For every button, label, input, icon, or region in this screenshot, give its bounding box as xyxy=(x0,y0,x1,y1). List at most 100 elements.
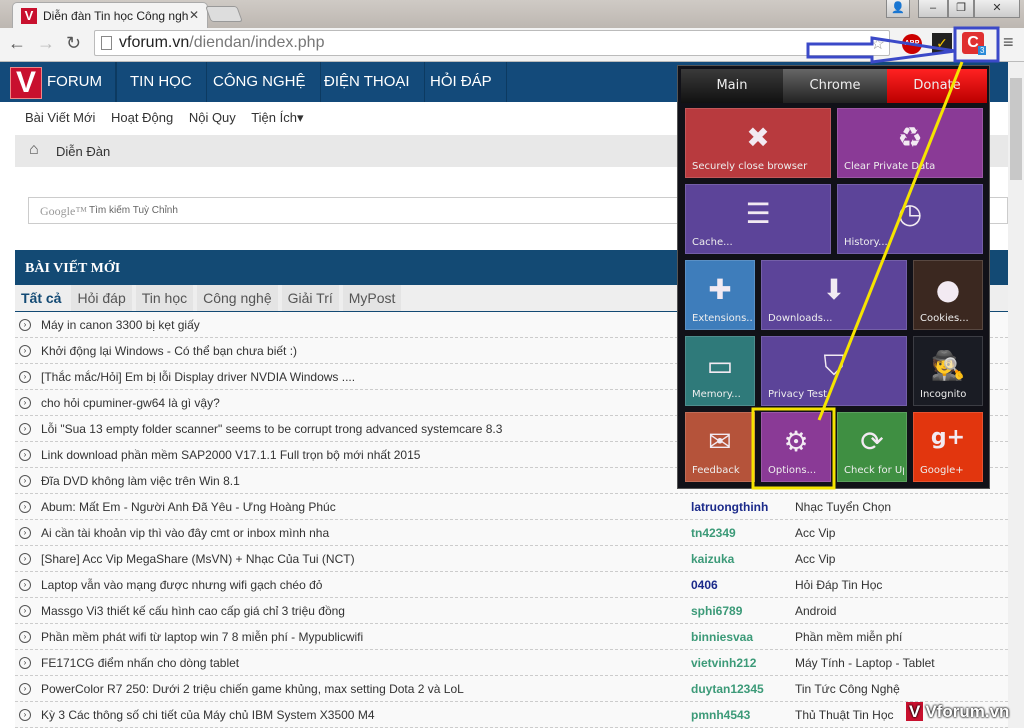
breadcrumb-item[interactable]: Diễn Đàn xyxy=(56,144,110,159)
post-category-link[interactable]: Phần mềm miễn phí xyxy=(795,630,902,644)
table-row: › Phần mềm phát wifi từ laptop win 7 8 m… xyxy=(15,624,1008,650)
tile-label: Privacy Test xyxy=(768,389,828,400)
post-title-link[interactable]: Đĩa DVD không làm việc trên Win 8.1 xyxy=(41,474,240,488)
post-category-link[interactable]: Acc Vip xyxy=(795,552,835,566)
tile-incognito[interactable]: 🕵 Incognito xyxy=(913,336,983,406)
address-bar[interactable]: vforum.vn/diendan/index.php ☆ xyxy=(94,30,890,56)
post-title-link[interactable]: Phần mềm phát wifi từ laptop win 7 8 miễ… xyxy=(41,630,363,644)
post-title-link[interactable]: Massgo Vi3 thiết kế cấu hình cao cấp giá… xyxy=(41,604,345,618)
subnav-new-posts[interactable]: Bài Viết Mới xyxy=(25,110,95,125)
tile-downloads[interactable]: ⬇ Downloads... xyxy=(761,260,907,330)
tile-extensions[interactable]: ✚ Extensions... xyxy=(685,260,755,330)
popup-tab-main[interactable]: Main xyxy=(681,69,783,103)
tab-close-icon[interactable]: ✕ xyxy=(189,8,199,22)
memory-chip-icon: ▭ xyxy=(706,349,734,382)
tab-giai-tri[interactable]: Giải Trí xyxy=(281,285,339,311)
post-category-link[interactable]: Hỏi Đáp Tin Học xyxy=(795,578,882,592)
tile-clear-private-data[interactable]: ♻ Clear Private Data xyxy=(837,108,983,178)
post-author-link[interactable]: sphi6789 xyxy=(691,604,742,618)
tab-title: Diễn đàn Tin học Công nghệ xyxy=(43,9,188,23)
post-title-link[interactable]: [Thắc mắc/Hỏi] Em bị lỗi Display driver … xyxy=(41,370,355,384)
post-title-link[interactable]: Máy in canon 3300 bị kẹt giấy xyxy=(41,318,200,332)
post-category-link[interactable]: Máy Tính - Laptop - Tablet xyxy=(795,656,935,670)
menu-icon[interactable]: ≡ xyxy=(1003,32,1014,53)
incognito-icon: 🕵 xyxy=(930,349,966,382)
post-category-link[interactable]: Nhạc Tuyển Chọn xyxy=(795,500,891,514)
tab-mypost[interactable]: MyPost xyxy=(342,285,402,311)
post-title-link[interactable]: Laptop vẫn vào mạng được nhưng wifi gạch… xyxy=(41,578,322,592)
tile-google+[interactable]: g+ Google+ xyxy=(913,412,983,482)
subnav-activity[interactable]: Hoạt Động xyxy=(111,110,173,125)
post-title-link[interactable]: PowerColor R7 250: Dưới 2 triệu chiến ga… xyxy=(41,682,464,696)
post-author-link[interactable]: pmnh4543 xyxy=(691,708,750,722)
tile-check-for-updates[interactable]: ⟳ Check for Updates xyxy=(837,412,907,482)
post-author-link[interactable]: latruongthinh xyxy=(691,500,768,514)
popup-tab-chrome[interactable]: Chrome xyxy=(783,69,887,103)
subnav-rules[interactable]: Nội Quy xyxy=(189,110,236,125)
post-title-link[interactable]: Ai cần tài khoản vip thì vào đây cmt or … xyxy=(41,526,329,540)
post-author-link[interactable]: kaizuka xyxy=(691,552,734,566)
user-icon[interactable]: 👤 xyxy=(886,0,910,18)
restore-button[interactable]: ❐ xyxy=(948,0,974,18)
table-row: › Ai cần tài khoản vip thì vào đây cmt o… xyxy=(15,520,1008,546)
tab-all[interactable]: Tất cả xyxy=(15,285,68,311)
gear-icon: ⚙ xyxy=(783,425,809,458)
post-title-link[interactable]: Lỗi "Sua 13 empty folder scanner" seems … xyxy=(41,422,502,436)
scrollbar-thumb[interactable] xyxy=(1010,78,1022,180)
close-window-button[interactable]: ✕ xyxy=(974,0,1020,18)
tab-tin-hoc[interactable]: Tin học xyxy=(135,285,194,311)
norton-check-icon[interactable]: ✓ xyxy=(932,33,952,53)
nav-dien-thoai[interactable]: ĐIỆN THOẠI xyxy=(310,62,425,102)
post-author-link[interactable]: duytan12345 xyxy=(691,682,764,696)
vforum-watermark: V Vforum.vn xyxy=(906,702,1009,722)
tab-cong-nghe[interactable]: Công nghệ xyxy=(197,285,278,311)
popup-tab-donate[interactable]: Donate xyxy=(887,69,987,103)
adblock-icon[interactable]: ABP xyxy=(902,34,922,54)
post-title-link[interactable]: Abum: Mất Em - Người Anh Đã Yêu - Ưng Ho… xyxy=(41,500,336,514)
bullet-arrow-icon: › xyxy=(19,449,31,461)
bookmark-star-icon[interactable]: ☆ xyxy=(871,34,885,54)
tile-memory[interactable]: ▭ Memory... xyxy=(685,336,755,406)
post-title-link[interactable]: Kỳ 3 Các thông số chi tiết của Máy chủ I… xyxy=(41,708,375,722)
post-title-link[interactable]: FE171CG điểm nhấn cho dòng tablet xyxy=(41,656,239,670)
post-author-link[interactable]: 0406 xyxy=(691,578,718,592)
post-author-link[interactable]: binniesvaa xyxy=(691,630,753,644)
forward-icon[interactable]: → xyxy=(37,33,55,54)
nav-tin-hoc[interactable]: TIN HỌC xyxy=(115,62,207,102)
subnav-utilities[interactable]: Tiện Ích▾ xyxy=(251,110,303,125)
tile-cache[interactable]: ☰ Cache... xyxy=(685,184,831,254)
post-title-link[interactable]: cho hỏi cpuminer-gw64 là gì vậy? xyxy=(41,396,220,410)
tile-label: History... xyxy=(844,237,888,248)
tile-feedback[interactable]: ✉ Feedback xyxy=(685,412,755,482)
tile-history[interactable]: ◷ History... xyxy=(837,184,983,254)
clock-icon: ◷ xyxy=(897,197,923,230)
tile-cookies[interactable]: ● Cookies... xyxy=(913,260,983,330)
post-title-link[interactable]: Khởi động lại Windows - Có thể bạn chưa … xyxy=(41,344,297,358)
post-author-link[interactable]: tn42349 xyxy=(691,526,736,540)
page-icon xyxy=(101,36,112,50)
bullet-arrow-icon: › xyxy=(19,319,31,331)
nav-cong-nghe[interactable]: CÔNG NGHỆ xyxy=(199,62,321,102)
post-title-link[interactable]: Link download phần mềm SAP2000 V17.1.1 F… xyxy=(41,448,420,462)
post-category-link[interactable]: Android xyxy=(795,604,836,618)
post-category-link[interactable]: Acc Vip xyxy=(795,526,835,540)
post-author-link[interactable]: vietvinh212 xyxy=(691,656,756,670)
post-category-link[interactable]: Tin Tức Công Nghệ xyxy=(795,682,900,696)
reload-icon[interactable]: ↻ xyxy=(66,33,81,54)
tile-label: Downloads... xyxy=(768,313,833,324)
post-category-link[interactable]: Thủ Thuật Tin Học xyxy=(795,708,894,722)
minimize-button[interactable]: – xyxy=(918,0,948,18)
tile-securely-close-browser[interactable]: ✖ Securely close browser xyxy=(685,108,831,178)
tab-hoi-dap[interactable]: Hỏi đáp xyxy=(71,285,132,311)
bullet-arrow-icon: › xyxy=(19,579,31,591)
post-title-link[interactable]: [Share] Acc Vip MegaShare (MsVN) + Nhạc … xyxy=(41,552,355,566)
tile-privacy-test[interactable]: ⛉ Privacy Test xyxy=(761,336,907,406)
back-icon[interactable]: ← xyxy=(8,33,26,54)
browser-tab[interactable]: V Diễn đàn Tin học Công nghệ ✕ xyxy=(12,2,208,29)
home-icon[interactable]: ⌂ xyxy=(29,141,39,159)
bullet-arrow-icon: › xyxy=(19,631,31,643)
tile-options[interactable]: ⚙ Options... xyxy=(761,412,831,482)
new-tab-button[interactable] xyxy=(205,6,243,22)
nav-forum[interactable]: FORUM xyxy=(33,62,117,102)
nav-hoi-dap[interactable]: HỎI ĐÁP xyxy=(416,62,507,102)
